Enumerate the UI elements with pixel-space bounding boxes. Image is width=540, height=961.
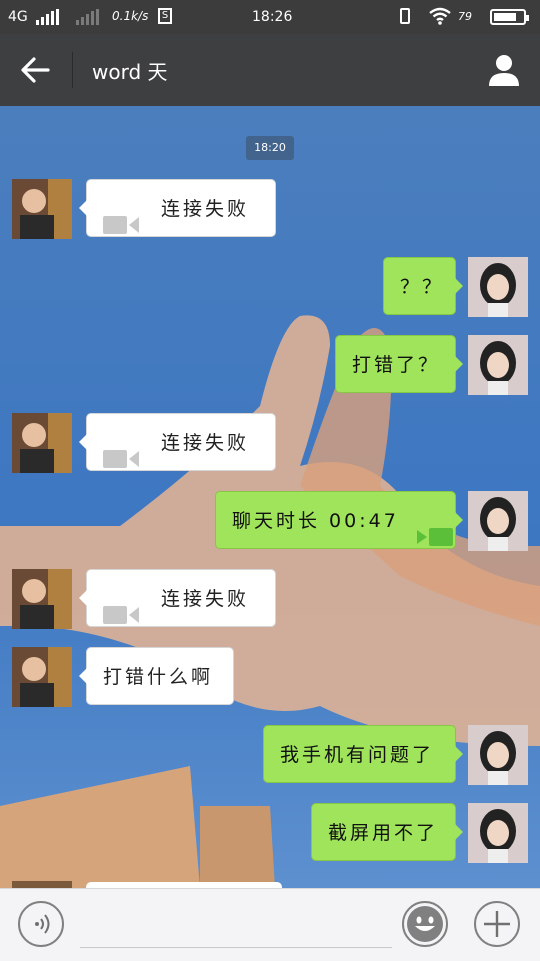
message-bubble[interactable]: 连接失败 — [79, 179, 276, 237]
signal-icon — [36, 9, 59, 25]
battery-icon — [490, 9, 529, 25]
my-avatar-image — [468, 803, 528, 863]
message-input[interactable] — [80, 947, 392, 948]
my-avatar-image — [468, 257, 528, 317]
smiley-icon[interactable] — [402, 901, 448, 947]
message-text: 截屏用不了 — [328, 822, 439, 844]
my-avatar[interactable] — [468, 257, 528, 317]
video-camera-icon — [103, 434, 141, 468]
chat-header: word 天 — [0, 34, 540, 106]
my-avatar-image — [468, 491, 528, 551]
message-bubble[interactable]: 聊天时长 00:47 — [215, 491, 463, 549]
message-bubble[interactable]: 打错了？ — [335, 335, 463, 393]
message-bubble[interactable]: ？？ — [383, 257, 463, 315]
message-text: 连接失败 — [161, 198, 250, 220]
message-text: ？？ — [400, 276, 445, 298]
sim-icon: S — [158, 8, 172, 24]
my-avatar-image — [468, 725, 528, 785]
message-text: 打错什么啊 — [103, 666, 214, 688]
message-bubble[interactable]: 我手机有问题了 — [263, 725, 463, 783]
my-avatar[interactable] — [468, 725, 528, 785]
status-bar: 4G 0.1k/s S 18:26 79 — [0, 0, 540, 34]
battery-percent: 79 — [458, 10, 472, 23]
network-speed: 0.1k/s — [112, 9, 149, 23]
contact-avatar[interactable] — [12, 647, 72, 707]
message-bubble[interactable]: 连接失败 — [79, 413, 276, 471]
input-bar — [0, 888, 540, 961]
signal-icon — [76, 9, 99, 25]
my-avatar[interactable] — [468, 335, 528, 395]
my-avatar[interactable] — [468, 491, 528, 551]
message-text: 连接失败 — [161, 588, 250, 610]
contact-avatar[interactable] — [12, 881, 72, 888]
contact-avatar-image — [12, 647, 72, 707]
video-camera-icon — [103, 200, 141, 234]
contact-avatar-image — [12, 413, 72, 473]
contact-avatar-image — [12, 569, 72, 629]
vibrate-icon — [400, 8, 410, 24]
chat-area[interactable]: 18:20 连接失败 ？？ 打错了？ 连接失败 聊天时长 00:47 连接失败 — [0, 106, 540, 888]
message-text: 聊天时长 00:47 — [232, 510, 399, 532]
message-bubble[interactable]: 打错什么啊 — [79, 647, 234, 705]
network-type: 4G — [8, 9, 28, 25]
message-text: 打错了？ — [352, 354, 441, 376]
arrow-left-icon[interactable] — [18, 54, 54, 86]
chat-timestamp: 18:20 — [246, 136, 294, 160]
contact-avatar-image — [12, 179, 72, 239]
chat-title: word 天 — [92, 60, 168, 84]
video-camera-icon — [103, 590, 141, 624]
my-avatar[interactable] — [468, 803, 528, 863]
message-text: 连接失败 — [161, 432, 250, 454]
message-bubble[interactable]: 连接失败 — [79, 569, 276, 627]
voice-icon[interactable] — [18, 901, 64, 947]
video-camera-icon — [416, 512, 455, 546]
my-avatar-image — [468, 335, 528, 395]
header-divider — [72, 52, 73, 88]
person-icon[interactable] — [486, 52, 522, 88]
message-text: 我手机有问题了 — [280, 744, 435, 766]
plus-icon[interactable] — [474, 901, 520, 947]
status-time: 18:26 — [252, 9, 293, 25]
message-bubble[interactable]: 截屏用不了 — [311, 803, 463, 861]
wifi-icon — [429, 7, 451, 25]
contact-avatar[interactable] — [12, 569, 72, 629]
contact-avatar[interactable] — [12, 413, 72, 473]
contact-avatar[interactable] — [12, 179, 72, 239]
